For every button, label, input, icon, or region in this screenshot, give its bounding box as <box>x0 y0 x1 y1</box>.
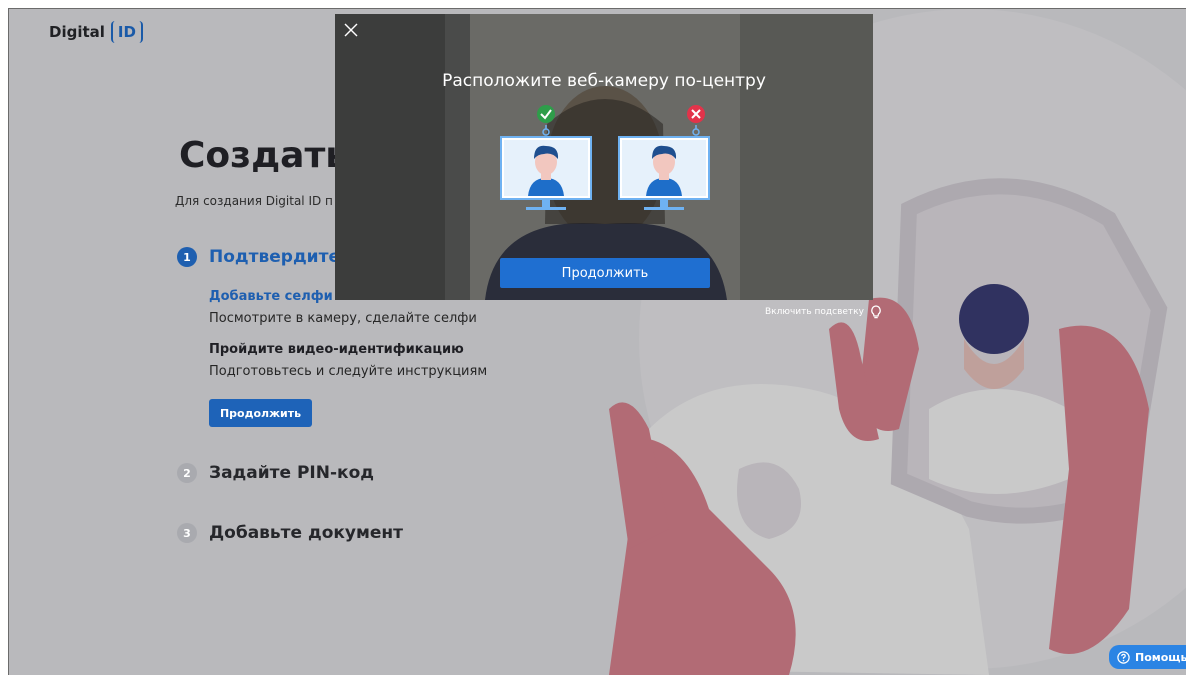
app-frame: Digital ID Создать Для создания Digital … <box>8 8 1186 675</box>
question-circle-icon <box>1117 650 1130 664</box>
help-label: Помощь <box>1135 650 1186 664</box>
video-substep-text: Подготовьтесь и следуйте инструкциям <box>209 364 488 379</box>
step-add-document: 3 Добавьте документ <box>177 523 403 543</box>
webcam-instruction-modal: Расположите веб-камеру по-центру Продолж… <box>335 14 873 300</box>
page-subtitle: Для создания Digital ID п <box>175 194 333 208</box>
logo-text: Digital <box>49 23 105 41</box>
step-number-badge: 1 <box>177 247 197 267</box>
modal-title: Расположите веб-камеру по-центру <box>442 71 766 91</box>
selfie-substep-title[interactable]: Добавьте селфи <box>209 289 333 304</box>
digital-id-logo[interactable]: Digital ID <box>49 21 143 43</box>
step-title: Задайте PIN-код <box>209 463 374 483</box>
continue-button[interactable]: Продолжить <box>209 399 312 427</box>
selfie-substep-text: Посмотрите в камеру, сделайте селфи <box>209 311 477 326</box>
close-icon[interactable] <box>341 20 361 40</box>
incorrect-camera-position-example <box>618 105 710 210</box>
logo-badge: ID <box>110 21 143 43</box>
light-toggle-label: Включить подсветку <box>765 307 864 317</box>
lightbulb-icon <box>871 305 881 319</box>
step-set-pin: 2 Задайте PIN-код <box>177 463 374 483</box>
page-title: Создать <box>179 135 349 176</box>
correct-camera-position-example <box>500 105 592 210</box>
check-circle-icon <box>537 105 555 123</box>
help-button[interactable]: Помощь <box>1109 645 1186 669</box>
modal-continue-button[interactable]: Продолжить <box>500 258 710 288</box>
step-number-badge: 3 <box>177 523 197 543</box>
step-verify-identity[interactable]: 1 Подтвердите л <box>177 247 358 267</box>
step-number-badge: 2 <box>177 463 197 483</box>
video-substep-title: Пройдите видео-идентификацию <box>209 342 464 357</box>
step-title: Добавьте документ <box>209 523 404 543</box>
enable-light-toggle[interactable]: Включить подсветку <box>765 305 882 319</box>
